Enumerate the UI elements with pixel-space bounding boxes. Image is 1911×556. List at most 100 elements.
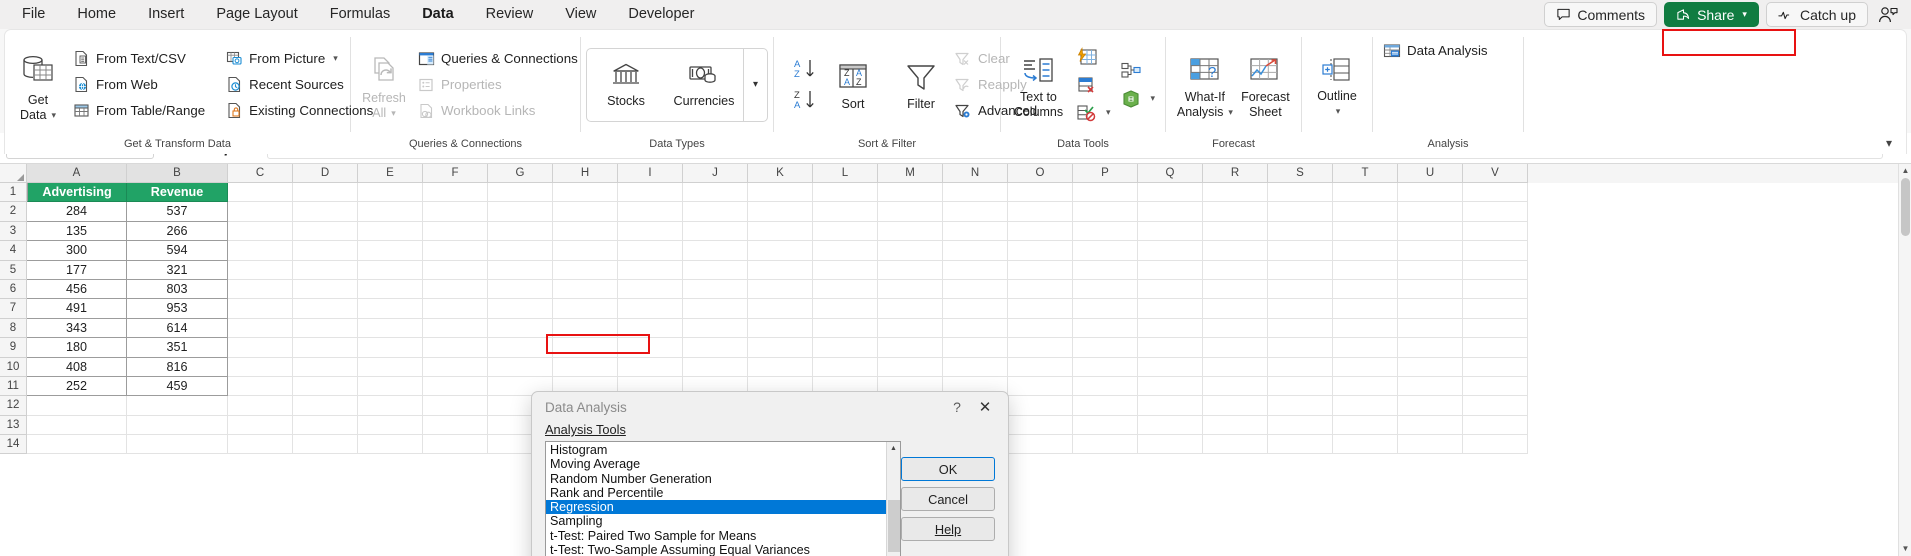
cell-T4[interactable] bbox=[1333, 241, 1398, 261]
cell-J8[interactable] bbox=[683, 318, 748, 339]
cell-A2[interactable]: 284 bbox=[27, 202, 127, 222]
cell-P9[interactable] bbox=[1073, 338, 1138, 358]
queries-and-connections-button[interactable]: Queries & Connections bbox=[415, 46, 584, 71]
cell-R1[interactable] bbox=[1203, 183, 1268, 203]
cell-R3[interactable] bbox=[1203, 221, 1268, 242]
tab-review[interactable]: Review bbox=[472, 2, 548, 27]
cell-C1[interactable] bbox=[228, 183, 293, 203]
list-item[interactable]: Moving Average bbox=[546, 457, 886, 471]
column-header-K[interactable]: K bbox=[748, 164, 813, 183]
help-icon[interactable]: ? bbox=[944, 399, 970, 415]
data-analysis-button[interactable]: Data Analysis bbox=[1380, 38, 1494, 63]
cell-Q1[interactable] bbox=[1138, 183, 1203, 203]
cell-Q9[interactable] bbox=[1138, 338, 1203, 358]
list-item[interactable]: Histogram bbox=[546, 443, 886, 457]
cell-Q7[interactable] bbox=[1138, 299, 1203, 319]
row-header-7[interactable]: 7 bbox=[0, 299, 27, 319]
row-header-14[interactable]: 14 bbox=[0, 435, 27, 455]
outline-button[interactable]: Outline ▾ bbox=[1310, 51, 1364, 119]
cancel-button[interactable]: Cancel bbox=[901, 487, 995, 511]
cell-I5[interactable] bbox=[618, 260, 683, 280]
cell-D5[interactable] bbox=[293, 260, 358, 280]
cell-G10[interactable] bbox=[488, 357, 553, 377]
cell-N2[interactable] bbox=[943, 202, 1008, 222]
cell-P8[interactable] bbox=[1073, 318, 1138, 339]
cell-L2[interactable] bbox=[813, 202, 878, 222]
cell-O14[interactable] bbox=[1008, 435, 1073, 455]
remove-duplicates-button[interactable] bbox=[1073, 72, 1114, 97]
cell-U14[interactable] bbox=[1398, 435, 1463, 455]
cell-E2[interactable] bbox=[358, 202, 423, 222]
column-header-V[interactable]: V bbox=[1463, 164, 1528, 183]
cell-O4[interactable] bbox=[1008, 241, 1073, 261]
row-header-10[interactable]: 10 bbox=[0, 357, 27, 377]
cell-K1[interactable] bbox=[748, 183, 813, 203]
cell-C8[interactable] bbox=[228, 318, 293, 339]
cell-E1[interactable] bbox=[358, 183, 423, 203]
from-table-range-button[interactable]: From Table/Range bbox=[70, 98, 211, 123]
cell-B3[interactable]: 266 bbox=[127, 221, 228, 242]
catch-up-button[interactable]: Catch up bbox=[1765, 2, 1868, 27]
cell-B5[interactable]: 321 bbox=[127, 260, 228, 280]
cell-U12[interactable] bbox=[1398, 396, 1463, 416]
cell-H1[interactable] bbox=[553, 183, 618, 203]
row-header-11[interactable]: 11 bbox=[0, 376, 27, 397]
cell-K9[interactable] bbox=[748, 338, 813, 358]
cell-E4[interactable] bbox=[358, 241, 423, 261]
cell-D7[interactable] bbox=[293, 299, 358, 319]
cell-I1[interactable] bbox=[618, 183, 683, 203]
cell-H4[interactable] bbox=[553, 241, 618, 261]
cell-A12[interactable] bbox=[27, 396, 127, 416]
cell-C6[interactable] bbox=[228, 279, 293, 300]
cell-C12[interactable] bbox=[228, 396, 293, 416]
cell-S12[interactable] bbox=[1268, 396, 1333, 416]
list-item[interactable]: t-Test: Paired Two Sample for Means bbox=[546, 529, 886, 543]
cell-F5[interactable] bbox=[423, 260, 488, 280]
cell-I3[interactable] bbox=[618, 221, 683, 242]
cell-F6[interactable] bbox=[423, 279, 488, 300]
cell-H6[interactable] bbox=[553, 279, 618, 300]
cell-V2[interactable] bbox=[1463, 202, 1528, 222]
what-if-analysis-button[interactable]: ? What-If Analysis ▾ bbox=[1173, 50, 1237, 120]
column-header-Q[interactable]: Q bbox=[1138, 164, 1203, 183]
cell-H10[interactable] bbox=[553, 357, 618, 377]
cell-F11[interactable] bbox=[423, 376, 488, 397]
tab-view[interactable]: View bbox=[551, 2, 610, 27]
cell-J10[interactable] bbox=[683, 357, 748, 377]
cell-V12[interactable] bbox=[1463, 396, 1528, 416]
cell-R6[interactable] bbox=[1203, 279, 1268, 300]
cell-H8[interactable] bbox=[553, 318, 618, 339]
cell-F8[interactable] bbox=[423, 318, 488, 339]
cell-K7[interactable] bbox=[748, 299, 813, 319]
tab-data[interactable]: Data bbox=[408, 2, 467, 27]
cell-E13[interactable] bbox=[358, 415, 423, 436]
column-header-C[interactable]: C bbox=[228, 164, 293, 183]
cell-N6[interactable] bbox=[943, 279, 1008, 300]
row-header-8[interactable]: 8 bbox=[0, 318, 27, 339]
cell-J2[interactable] bbox=[683, 202, 748, 222]
cell-T6[interactable] bbox=[1333, 279, 1398, 300]
cell-T2[interactable] bbox=[1333, 202, 1398, 222]
data-analysis-dialog[interactable]: Data Analysis ? ✕ Analysis Tools Histogr… bbox=[531, 391, 1009, 556]
cell-G4[interactable] bbox=[488, 241, 553, 261]
cell-N7[interactable] bbox=[943, 299, 1008, 319]
column-header-J[interactable]: J bbox=[683, 164, 748, 183]
help-button[interactable]: Help bbox=[901, 517, 995, 541]
row-header-4[interactable]: 4 bbox=[0, 241, 27, 261]
column-header-F[interactable]: F bbox=[423, 164, 488, 183]
cell-T9[interactable] bbox=[1333, 338, 1398, 358]
cell-U6[interactable] bbox=[1398, 279, 1463, 300]
cell-E3[interactable] bbox=[358, 221, 423, 242]
column-header-S[interactable]: S bbox=[1268, 164, 1333, 183]
cell-Q14[interactable] bbox=[1138, 435, 1203, 455]
cell-C10[interactable] bbox=[228, 357, 293, 377]
cell-J7[interactable] bbox=[683, 299, 748, 319]
cell-M6[interactable] bbox=[878, 279, 943, 300]
cell-L5[interactable] bbox=[813, 260, 878, 280]
row-header-9[interactable]: 9 bbox=[0, 338, 27, 358]
cell-I10[interactable] bbox=[618, 357, 683, 377]
analysis-tools-listbox[interactable]: Histogram Moving Average Random Number Gen… bbox=[545, 441, 901, 556]
cell-C7[interactable] bbox=[228, 299, 293, 319]
cell-V8[interactable] bbox=[1463, 318, 1528, 339]
cell-F2[interactable] bbox=[423, 202, 488, 222]
